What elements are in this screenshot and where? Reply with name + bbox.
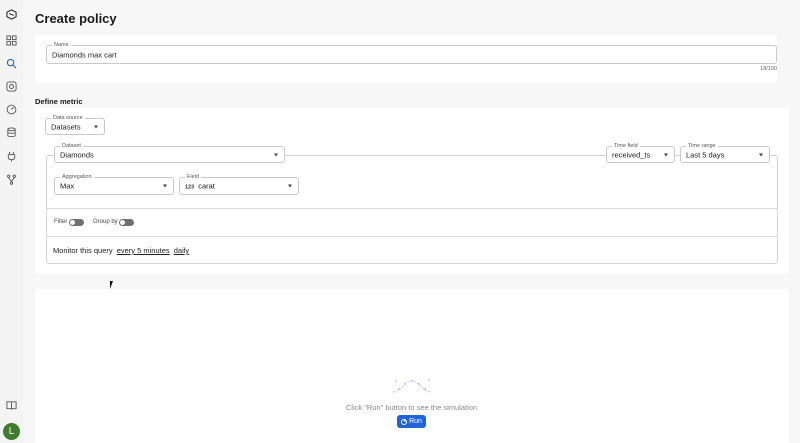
- sidebar: L: [0, 0, 23, 443]
- aggregation-value: Max: [60, 181, 75, 191]
- policy-name-field[interactable]: Name Diamonds max cart: [46, 42, 777, 64]
- data-source-select[interactable]: Data source Datasets: [45, 115, 105, 135]
- data-source-value: Datasets: [51, 122, 81, 131]
- dashboard-icon[interactable]: [5, 34, 18, 47]
- run-button-label: Run: [409, 418, 422, 425]
- field-value-wrap: 123 carat: [185, 182, 215, 191]
- page-title: Create policy: [35, 11, 117, 26]
- data-source-label: Data source: [51, 115, 85, 122]
- divider: [47, 236, 777, 237]
- group-by-toggle[interactable]: [119, 219, 134, 226]
- chevron-down-icon: [759, 153, 763, 156]
- plug-icon[interactable]: [5, 150, 18, 163]
- monitor-schedule: Monitor this query every 5 minutes daily: [53, 246, 189, 255]
- simulation-chart-icon: [392, 378, 432, 393]
- time-range-label: Time range: [686, 143, 718, 150]
- chevron-down-icon: [274, 153, 278, 156]
- aggregation-label: Aggregation: [60, 174, 94, 181]
- field-label: Field: [185, 174, 201, 181]
- chevron-down-icon: [288, 184, 292, 188]
- frequency-link[interactable]: every 5 minutes: [117, 246, 170, 255]
- mouse-cursor: [110, 281, 116, 289]
- aggregation-select[interactable]: Aggregation Max: [54, 174, 174, 195]
- policy-name-label: Name: [52, 42, 71, 49]
- play-circle-icon: [401, 418, 408, 425]
- camera-icon[interactable]: [5, 80, 18, 93]
- field-value: carat: [198, 181, 215, 191]
- filter-label: Filter: [54, 219, 68, 225]
- time-field-select[interactable]: Time field received_ts: [606, 143, 675, 163]
- policy-name-value[interactable]: Diamonds max cart: [52, 50, 117, 59]
- time-field-value: received_ts: [612, 150, 651, 159]
- dataset-select[interactable]: Dataset Diamonds: [54, 143, 285, 163]
- divider: [47, 208, 777, 209]
- dataset-label: Dataset: [60, 143, 83, 150]
- docs-book-icon[interactable]: [5, 399, 18, 412]
- user-avatar[interactable]: L: [3, 423, 20, 440]
- filter-toggle[interactable]: [69, 219, 84, 226]
- field-select[interactable]: Field 123 carat: [179, 174, 299, 195]
- run-button[interactable]: Run: [397, 415, 426, 428]
- group-by-label: Group by: [93, 219, 118, 225]
- chevron-down-icon: [94, 125, 98, 128]
- app-logo-icon[interactable]: [5, 8, 18, 21]
- character-counter: 18/100: [760, 66, 777, 72]
- database-icon[interactable]: [5, 126, 18, 139]
- dataset-value: Diamonds: [60, 150, 94, 159]
- explore-search-icon[interactable]: [5, 57, 18, 70]
- numeric-type-icon: 123: [185, 184, 195, 191]
- gauge-icon[interactable]: [5, 103, 18, 116]
- policy-name-card: Name Diamonds max cart 18/100: [35, 35, 777, 83]
- chevron-down-icon: [163, 184, 167, 188]
- chevron-down-icon: [664, 153, 668, 156]
- simulation-hint: Click "Run" button to see the simulation: [345, 403, 478, 412]
- time-field-label: Time field: [612, 143, 640, 150]
- main-content: Create policy Name Diamonds max cart 18/…: [23, 0, 800, 443]
- time-range-value: Last 5 days: [686, 150, 725, 159]
- schedule-link[interactable]: daily: [174, 246, 189, 255]
- branch-icon[interactable]: [5, 173, 18, 186]
- define-metric-title: Define metric: [35, 97, 83, 106]
- monitor-prefix: Monitor this query: [53, 246, 113, 255]
- time-range-select[interactable]: Time range Last 5 days: [680, 143, 770, 163]
